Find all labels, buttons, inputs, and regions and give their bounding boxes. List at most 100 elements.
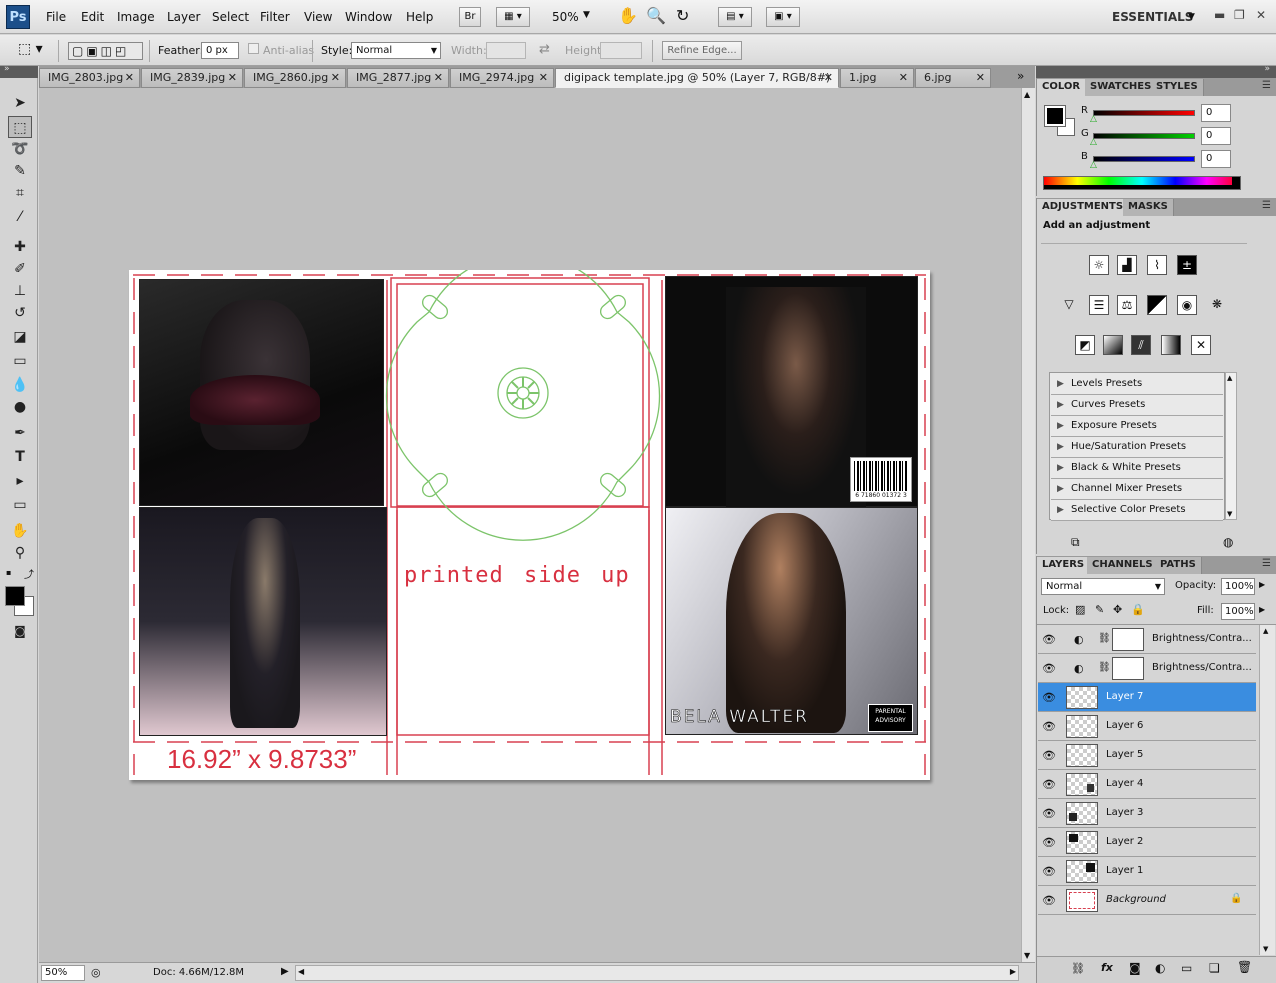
lock-transparent-icon[interactable]: ▨ xyxy=(1075,603,1085,616)
height-input[interactable] xyxy=(600,42,642,59)
tab-adjustments[interactable]: ADJUSTMENTS xyxy=(1037,199,1130,216)
lock-image-icon[interactable]: ✎ xyxy=(1095,603,1104,616)
pen-tool-icon[interactable]: ✒ xyxy=(8,422,32,444)
green-slider[interactable] xyxy=(1093,133,1195,139)
collapse-icon[interactable]: » xyxy=(4,64,10,74)
curves-icon[interactable]: ⌇ xyxy=(1147,255,1167,275)
lasso-tool-icon[interactable]: ➰ xyxy=(8,138,32,160)
presets-scrollbar[interactable]: ▲ ▼ xyxy=(1225,372,1237,520)
blue-value-input[interactable]: 0 xyxy=(1201,150,1231,168)
eye-icon[interactable]: 👁 xyxy=(1042,749,1056,762)
arrange-documents-button[interactable]: ▤ ▾ xyxy=(718,7,752,27)
opacity-slider-icon[interactable]: ▶ xyxy=(1259,580,1265,589)
blue-slider[interactable] xyxy=(1093,156,1195,162)
invert-icon[interactable]: ◩ xyxy=(1075,335,1095,355)
scroll-down-icon[interactable]: ▼ xyxy=(1227,510,1232,518)
exposure-icon[interactable]: ± xyxy=(1177,255,1197,275)
close-icon[interactable]: ✕ xyxy=(331,69,340,87)
panel-dock-header[interactable]: » xyxy=(1036,64,1276,78)
close-icon[interactable]: ✕ xyxy=(976,69,985,87)
menu-image[interactable]: Image xyxy=(117,10,155,24)
clip-to-layer-icon[interactable]: ⧉ xyxy=(1071,535,1080,550)
bridge-button[interactable]: Br xyxy=(459,7,481,27)
width-input[interactable] xyxy=(486,42,526,59)
eyedropper-tool-icon[interactable]: ⁄ xyxy=(8,206,32,228)
close-icon[interactable]: ✕ xyxy=(539,69,548,87)
layer-row[interactable]: 👁 Layer 1 xyxy=(1038,857,1256,886)
link-icon[interactable]: ⛓ xyxy=(1071,962,1085,975)
swap-colors-icon[interactable]: ⤴ xyxy=(24,566,34,581)
selective-color-icon[interactable]: ✕ xyxy=(1191,335,1211,355)
toolbox-header[interactable]: » xyxy=(0,64,38,78)
horizontal-scrollbar[interactable]: ◀ ▶ xyxy=(295,965,1019,981)
shape-tool-icon[interactable]: ▭ xyxy=(8,494,32,516)
tab-masks[interactable]: MASKS xyxy=(1123,199,1174,216)
menu-filter[interactable]: Filter xyxy=(260,10,290,24)
blur-tool-icon[interactable]: 💧 xyxy=(8,374,32,396)
hand-tool-icon[interactable]: ✋ xyxy=(8,520,32,542)
foreground-color-swatch[interactable] xyxy=(5,586,25,606)
levels-icon[interactable]: ▟ xyxy=(1117,255,1137,275)
rotate-view-icon[interactable]: ↻ xyxy=(676,6,689,25)
marquee-tool-icon[interactable]: ⬚ xyxy=(8,116,32,138)
layers-scrollbar[interactable]: ▲ ▼ xyxy=(1259,625,1275,955)
status-info-icon[interactable]: ◎ xyxy=(91,966,101,979)
gradient-tool-icon[interactable]: ▭ xyxy=(8,350,32,372)
tab-digipack-template[interactable]: digipack template.jpg @ 50% (Layer 7, RG… xyxy=(555,68,839,102)
eye-icon[interactable]: 👁 xyxy=(1042,662,1056,675)
lock-position-icon[interactable]: ✥ xyxy=(1113,603,1122,616)
slider-handle-icon[interactable]: △ xyxy=(1090,137,1097,147)
close-icon[interactable]: ✕ xyxy=(125,69,134,87)
tab-6-jpg[interactable]: 6.jpg ✕ xyxy=(915,68,991,88)
menu-edit[interactable]: Edit xyxy=(81,10,104,24)
scroll-up-icon[interactable]: ▲ xyxy=(1024,90,1030,99)
layer-row[interactable]: 👁 Layer 5 xyxy=(1038,741,1256,770)
close-icon[interactable]: ✕ xyxy=(434,69,443,87)
marquee-preset-icon[interactable]: ⬚ ▾ xyxy=(18,41,43,57)
brightness-contrast-icon[interactable]: ☼ xyxy=(1089,255,1109,275)
hand-tool-icon[interactable]: ✋ xyxy=(618,6,638,25)
photo-filter-icon[interactable]: ◉ xyxy=(1177,295,1197,315)
workspace-switcher[interactable]: ESSENTIALS xyxy=(1112,10,1193,24)
clone-stamp-tool-icon[interactable]: ⊥ xyxy=(8,280,32,302)
document-canvas[interactable]: 6 71860 01372 3 BELA WALTER PARENTAL ADV… xyxy=(129,270,930,780)
menu-layer[interactable]: Layer xyxy=(167,10,200,24)
preset-hue-saturation[interactable]: ▶ Hue/Saturation Presets xyxy=(1051,437,1223,458)
eye-icon[interactable]: 👁 xyxy=(1042,633,1056,646)
tab-img-2974[interactable]: IMG_2974.jpg ✕ xyxy=(450,68,554,88)
scroll-up-icon[interactable]: ▲ xyxy=(1263,627,1268,635)
eye-icon[interactable]: 👁 xyxy=(1042,894,1056,907)
black-white-icon[interactable] xyxy=(1147,295,1167,315)
screen-mode-button[interactable]: ▣ ▾ xyxy=(766,7,800,27)
preset-selective-color[interactable]: ▶ Selective Color Presets xyxy=(1051,500,1223,521)
eye-icon[interactable]: 👁 xyxy=(1042,691,1056,704)
tab-img-2860[interactable]: IMG_2860.jpg ✕ xyxy=(244,68,346,88)
quick-mask-icon[interactable]: ◙ xyxy=(8,620,32,642)
threshold-icon[interactable]: ⫽ xyxy=(1131,335,1151,355)
red-value-input[interactable]: 0 xyxy=(1201,104,1231,122)
zoom-dropdown-icon[interactable]: ▼ xyxy=(583,10,590,20)
vibrance-icon[interactable]: ▽ xyxy=(1059,295,1079,315)
zoom-tool-icon[interactable]: ⚲ xyxy=(8,542,32,564)
tab-img-2803[interactable]: IMG_2803.jpg ✕ xyxy=(39,68,140,88)
dodge-tool-icon[interactable]: ● xyxy=(8,396,32,418)
tab-styles[interactable]: STYLES xyxy=(1151,79,1204,96)
preset-channel-mixer[interactable]: ▶ Channel Mixer Presets xyxy=(1051,479,1223,500)
scroll-down-icon[interactable]: ▼ xyxy=(1263,945,1268,953)
tab-overflow-icon[interactable]: » xyxy=(1017,69,1024,83)
restore-icon[interactable]: ❐ xyxy=(1234,8,1245,22)
zoom-level[interactable]: 50% xyxy=(552,10,579,24)
tab-img-2877[interactable]: IMG_2877.jpg ✕ xyxy=(347,68,449,88)
close-icon[interactable]: ✕ xyxy=(1256,8,1266,22)
collapse-panels-icon[interactable]: » xyxy=(1264,64,1270,74)
scroll-up-icon[interactable]: ▲ xyxy=(1227,374,1232,382)
new-layer-icon[interactable]: ❏ xyxy=(1209,961,1220,975)
hue-saturation-icon[interactable]: ☰ xyxy=(1089,295,1109,315)
eye-icon[interactable]: 👁 xyxy=(1042,865,1056,878)
color-balance-icon[interactable]: ⚖ xyxy=(1117,295,1137,315)
fill-input[interactable]: 100% xyxy=(1221,603,1255,620)
eraser-tool-icon[interactable]: ◪ xyxy=(8,326,32,348)
scroll-left-icon[interactable]: ◀ xyxy=(298,967,304,976)
quick-selection-tool-icon[interactable]: ✎ xyxy=(8,160,32,182)
tab-layers[interactable]: LAYERS xyxy=(1037,557,1091,574)
